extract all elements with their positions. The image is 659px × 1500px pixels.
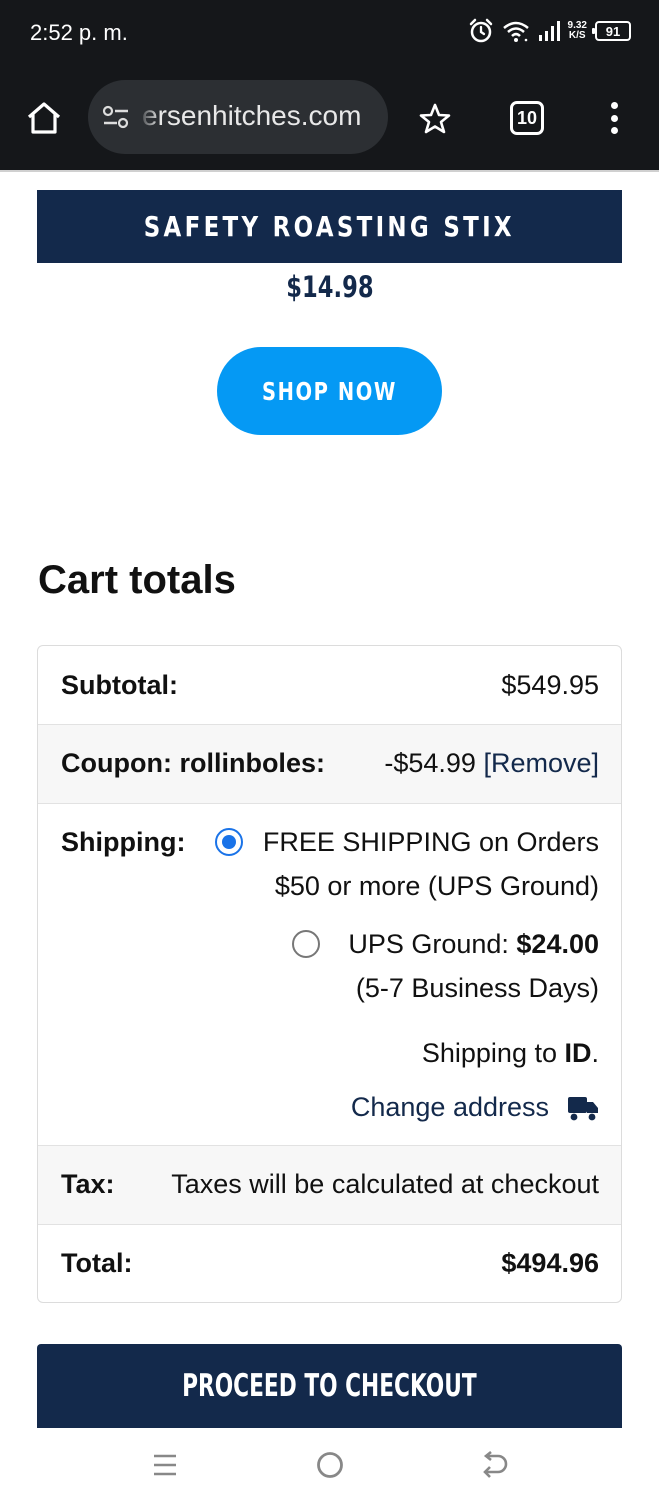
system-nav-bar [0,1428,659,1500]
ups-ground-option[interactable]: UPS Ground: $24.00 (5-7 Business Days) [348,922,599,1010]
product-price: $14.98 [0,270,659,304]
shipping-destination: Shipping to ID. [422,1031,599,1075]
free-shipping-line2: $50 or more (UPS Ground) [274,871,599,901]
free-shipping-radio[interactable] [215,828,243,856]
ups-ground-line2: (5-7 Business Days) [355,973,599,1003]
subtotal-label: Subtotal: [61,670,178,700]
tax-label: Tax: [61,1169,115,1199]
browser-toolbar: ersenhitches.com 10 [0,66,659,170]
free-shipping-option[interactable]: FREE SHIPPING on Orders $50 or more (UPS… [263,820,599,908]
total-value: $494.96 [501,1248,599,1278]
change-address-link[interactable]: Change address [351,1092,599,1123]
tab-count: 10 [516,107,538,128]
battery-level: 91 [605,23,621,39]
total-row: Total: $494.96 [38,1225,621,1302]
circle-home-icon [317,1452,343,1478]
shipping-row: Shipping: FREE SHIPPING on Orders $50 or… [38,804,621,1146]
menu-dot-icon [610,114,618,122]
shipping-label: Shipping: [61,827,186,857]
home-button[interactable] [22,96,66,140]
free-shipping-line1: FREE SHIPPING on Orders [262,827,599,857]
shop-now-label: SHOP NOW [262,376,397,406]
signal-icon [538,21,560,41]
menu-dot-icon [610,102,618,109]
cart-totals-table: Subtotal: $549.95 Coupon: rollinboles: -… [37,645,622,1303]
total-label: Total: [61,1248,133,1278]
coupon-value-group: -$54.99 [Remove] [384,748,599,779]
address-bar[interactable]: ersenhitches.com [88,80,388,154]
bookmark-button[interactable] [414,98,456,140]
subtotal-row: Subtotal: $549.95 [38,646,621,725]
network-speed: 9.32 K/S [568,21,587,41]
coupon-label: Coupon: rollinboles: [61,748,325,778]
shipping-to-prefix: Shipping to [421,1038,565,1068]
truck-icon [568,1096,598,1120]
url-text: ersenhitches.com [142,100,362,131]
status-bar: 2:52 p. m. 9.32 K/S 91 [0,0,659,66]
change-address-label: Change address [350,1092,549,1122]
status-time: 2:52 p. m. [30,20,128,45]
shop-now-button[interactable]: SHOP NOW [217,347,442,435]
speed-unit: K/S [568,30,586,41]
cart-totals-heading: Cart totals [38,558,236,602]
product-banner: SAFETY ROASTING STIX [37,190,622,263]
checkout-label: PROCEED TO CHECKOUT [182,1368,477,1404]
coupon-discount: -$54.99 [384,748,476,778]
menu-button[interactable] [600,96,628,140]
url-fade [138,80,160,154]
home-icon [27,102,61,134]
wifi-icon [502,21,529,42]
star-icon [419,103,451,134]
tax-row: Tax: Taxes will be calculated at checkou… [38,1146,621,1225]
battery-icon: 91 [592,21,631,41]
recent-apps-icon [154,1454,176,1476]
product-price-value: $14.98 [285,270,374,304]
tax-value: Taxes will be calculated at checkout [171,1169,599,1199]
coupon-row: Coupon: rollinboles: -$54.99 [Remove] [38,725,621,804]
menu-dot-icon [610,127,618,134]
alarm-icon [469,18,492,43]
page-divider [0,170,659,172]
product-title: SAFETY ROASTING STIX [143,210,516,243]
remove-coupon-link[interactable]: [Remove] [483,748,599,778]
subtotal-value: $549.95 [501,670,599,700]
back-nav-button[interactable] [475,1448,515,1482]
ups-ground-radio[interactable] [292,930,320,958]
home-nav-button[interactable] [310,1448,350,1482]
ups-ground-line1: UPS Ground: $24.00 [348,922,599,966]
status-icons: 9.32 K/S 91 [468,18,631,44]
proceed-to-checkout-button[interactable]: PROCEED TO CHECKOUT [37,1344,622,1428]
back-icon [483,1451,508,1478]
recent-apps-button[interactable] [145,1448,185,1482]
ups-ground-name: UPS Ground: [348,929,517,959]
site-settings-icon[interactable] [102,105,130,129]
tab-switcher-button[interactable]: 10 [510,101,544,135]
ups-ground-price: $24.00 [516,929,599,959]
shipping-to-state: ID [564,1038,592,1068]
shipping-to-suffix: . [591,1038,599,1068]
